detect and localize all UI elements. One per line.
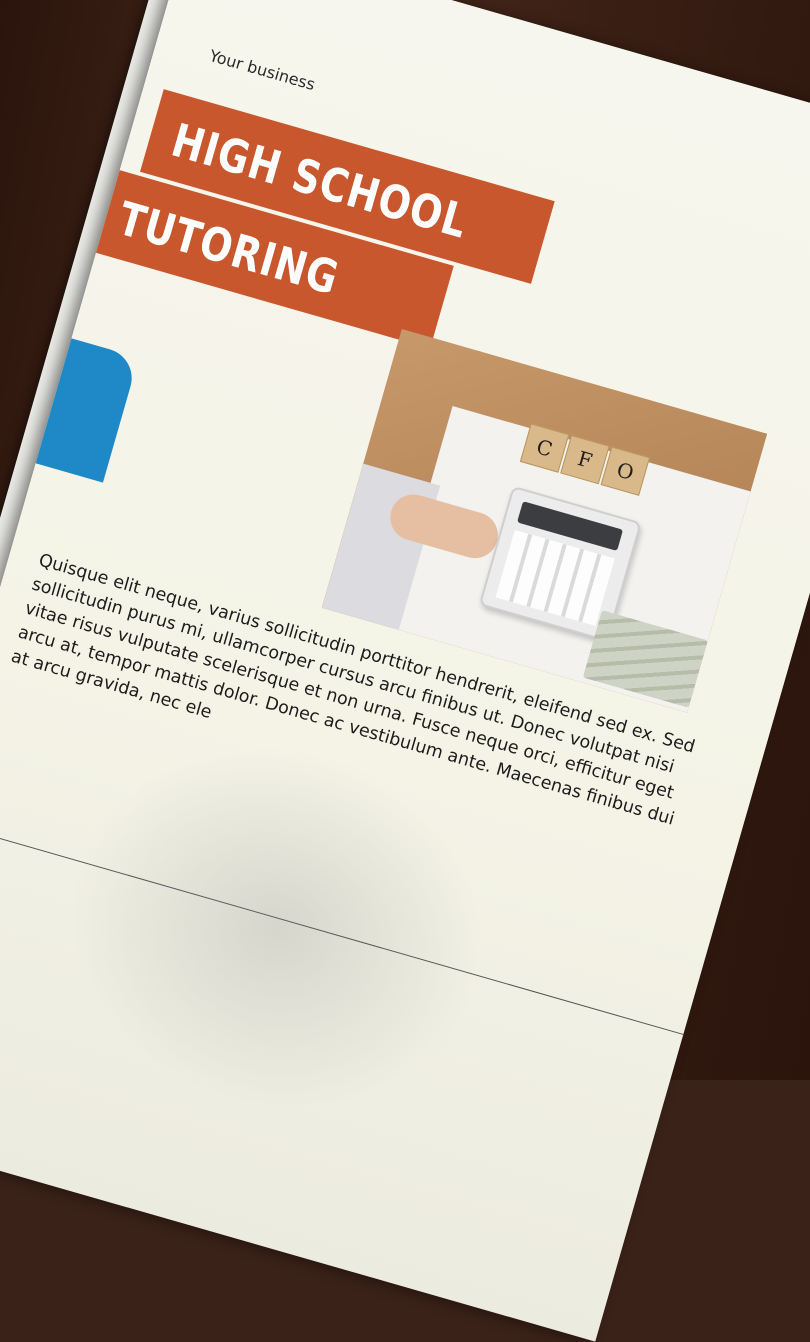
divider: [0, 808, 683, 1035]
flyer-page: Your business HIGH SCHOOL TUTORING C F O…: [0, 0, 810, 1342]
business-name: Your business: [207, 46, 317, 94]
